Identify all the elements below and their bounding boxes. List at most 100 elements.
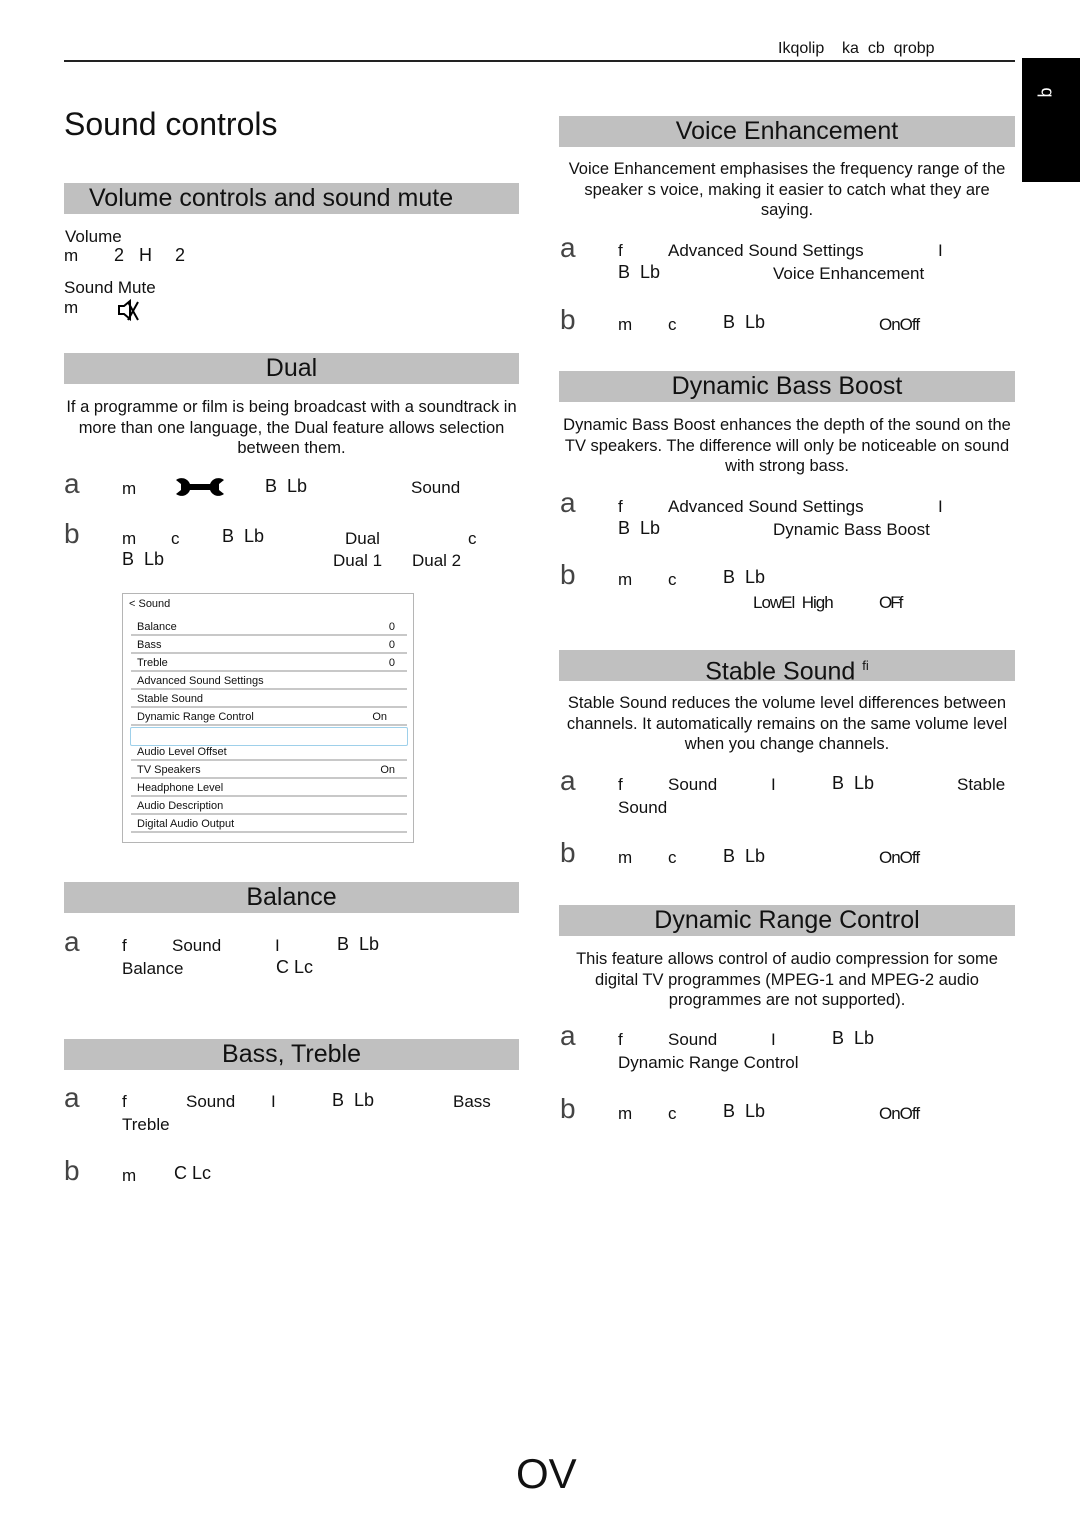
menu-item-audio-description[interactable]: Audio Description <box>131 798 407 815</box>
mute-token: m <box>64 298 79 317</box>
menu-item-value: 0 <box>388 657 395 669</box>
step-letter: b <box>560 1093 576 1124</box>
page-number: OV <box>516 1450 577 1497</box>
step-token: B Lb <box>122 549 165 569</box>
step-token: f <box>618 775 623 794</box>
step-token: Dual 1 <box>333 551 383 570</box>
step-letter: a <box>560 1020 576 1051</box>
menu-item-stable-sound[interactable]: Stable Sound <box>131 691 407 708</box>
menu-item-audio-level-offset[interactable]: Audio Level Offset <box>131 744 407 761</box>
step-token: B Lb <box>332 1090 375 1110</box>
voice-enhancement-description: Voice Enhancement emphasises the frequen… <box>568 160 1006 219</box>
step-token: B Lb <box>222 526 265 546</box>
step-token: c <box>668 1104 677 1123</box>
section-heading-dual: Dual <box>64 353 519 384</box>
menu-item-treble[interactable]: Treble 0 <box>131 655 407 672</box>
section-heading-dynamic-range-control: Dynamic Range Control <box>559 905 1015 936</box>
step-letter: a <box>560 765 576 796</box>
section-heading-suffix: fi <box>862 658 869 673</box>
section-heading-stable-sound: Stable Sound fi <box>559 650 1015 685</box>
step-token: I <box>275 936 280 955</box>
volume-token: 2 <box>114 245 125 265</box>
menu-item-label: Stable Sound <box>137 693 204 705</box>
step-token: m <box>618 570 633 589</box>
menu-item-balance[interactable]: Balance 0 <box>131 619 407 636</box>
step-token: LowEl High <box>753 593 834 612</box>
volume-token: m <box>64 246 79 265</box>
step-token: I <box>938 497 943 516</box>
step-letter: b <box>560 837 576 868</box>
step-token: Dynamic Bass Boost <box>773 520 930 539</box>
step-token: f <box>618 497 623 516</box>
menu-item-label: Balance <box>137 621 177 633</box>
menu-item-label: Treble <box>137 657 168 669</box>
dynamic-range-control-description: This feature allows control of audio com… <box>576 950 998 1009</box>
step-token: m <box>122 529 137 548</box>
step-token: f <box>618 1030 623 1049</box>
step-token: Sound <box>668 1030 718 1049</box>
volume-label: Volume <box>65 227 122 246</box>
menu-item-bass[interactable]: Bass 0 <box>131 637 407 654</box>
dynamic-bass-boost-description: Dynamic Bass Boost enhances the depth of… <box>563 416 1011 475</box>
step-token: m <box>618 315 633 334</box>
step-token: B Lb <box>723 567 766 587</box>
step-token: Voice Enhancement <box>773 264 925 283</box>
step-token: Sound <box>172 936 222 955</box>
step-token: Sound <box>186 1092 236 1111</box>
step-token: B Lb <box>723 1101 766 1121</box>
step-token: f <box>122 1092 127 1111</box>
menu-item-label: Audio Level Offset <box>137 746 227 758</box>
menu-item-dynamic-range-control[interactable]: Dynamic Range Control On <box>131 709 407 726</box>
step-token: m <box>122 479 137 498</box>
wrench-icon <box>174 476 226 498</box>
section-heading-stable-sound-text: Stable Sound <box>705 657 856 686</box>
step-token: B Lb <box>265 476 308 496</box>
step-token: C Lc <box>174 1163 212 1183</box>
sound-mute-label: Sound Mute <box>64 278 156 297</box>
menu-item-value: 0 <box>388 639 395 651</box>
page-title: Sound controls <box>64 106 278 142</box>
step-token: Sound <box>618 798 668 817</box>
step-letter: a <box>560 487 576 518</box>
step-token: Dual <box>345 529 380 548</box>
speaker-mute-icon <box>117 298 141 322</box>
section-heading-balance: Balance <box>64 882 519 913</box>
menu-item-value: On <box>372 711 387 723</box>
step-token: Stable <box>957 775 1006 794</box>
step-token: Dual 2 <box>412 551 462 570</box>
step-letter: b <box>560 559 576 590</box>
step-token: Treble <box>122 1115 170 1134</box>
step-token: Advanced Sound Settings <box>668 497 864 516</box>
running-header: Ikqolip ka cb qrobp <box>778 40 935 57</box>
menu-item-tv-speakers[interactable]: TV Speakers On <box>131 762 407 779</box>
menu-item-advanced-sound-settings[interactable]: Advanced Sound Settings <box>131 673 407 690</box>
step-token: Dynamic Range Control <box>618 1053 799 1072</box>
step-letter: a <box>64 1082 80 1113</box>
section-heading-dynamic-bass-boost: Dynamic Bass Boost <box>559 371 1015 402</box>
step-token: c <box>171 529 180 548</box>
step-token: Sound <box>668 775 718 794</box>
volume-token: H <box>139 245 152 265</box>
step-token: m <box>122 1166 137 1185</box>
menu-item-label: Headphone Level <box>137 782 224 794</box>
menu-item-digital-audio-output[interactable]: Digital Audio Output <box>131 816 407 833</box>
section-heading-voice-enhancement: Voice Enhancement <box>559 116 1015 147</box>
step-token: I <box>771 775 776 794</box>
step-token: B Lb <box>337 934 380 954</box>
section-heading-bass-treble: Bass, Treble <box>64 1039 519 1070</box>
step-token: C Lc <box>276 957 314 977</box>
step-token: B Lb <box>723 846 766 866</box>
menu-item-value: On <box>380 764 395 776</box>
step-token: f <box>618 241 623 260</box>
menu-item-label: TV Speakers <box>137 764 201 776</box>
menu-title[interactable]: < Sound <box>129 598 170 610</box>
menu-item-label: Advanced Sound Settings <box>137 675 264 687</box>
step-letter: b <box>64 1155 80 1186</box>
step-token: I <box>771 1030 776 1049</box>
step-token: OnOff <box>879 1104 920 1123</box>
chapter-tab-label: q <box>1037 87 1058 98</box>
menu-item-headphone-level[interactable]: Headphone Level <box>131 780 407 797</box>
menu-item-label: Digital Audio Output <box>137 818 235 830</box>
step-token: B Lb <box>832 773 875 793</box>
step-letter: a <box>64 926 80 957</box>
